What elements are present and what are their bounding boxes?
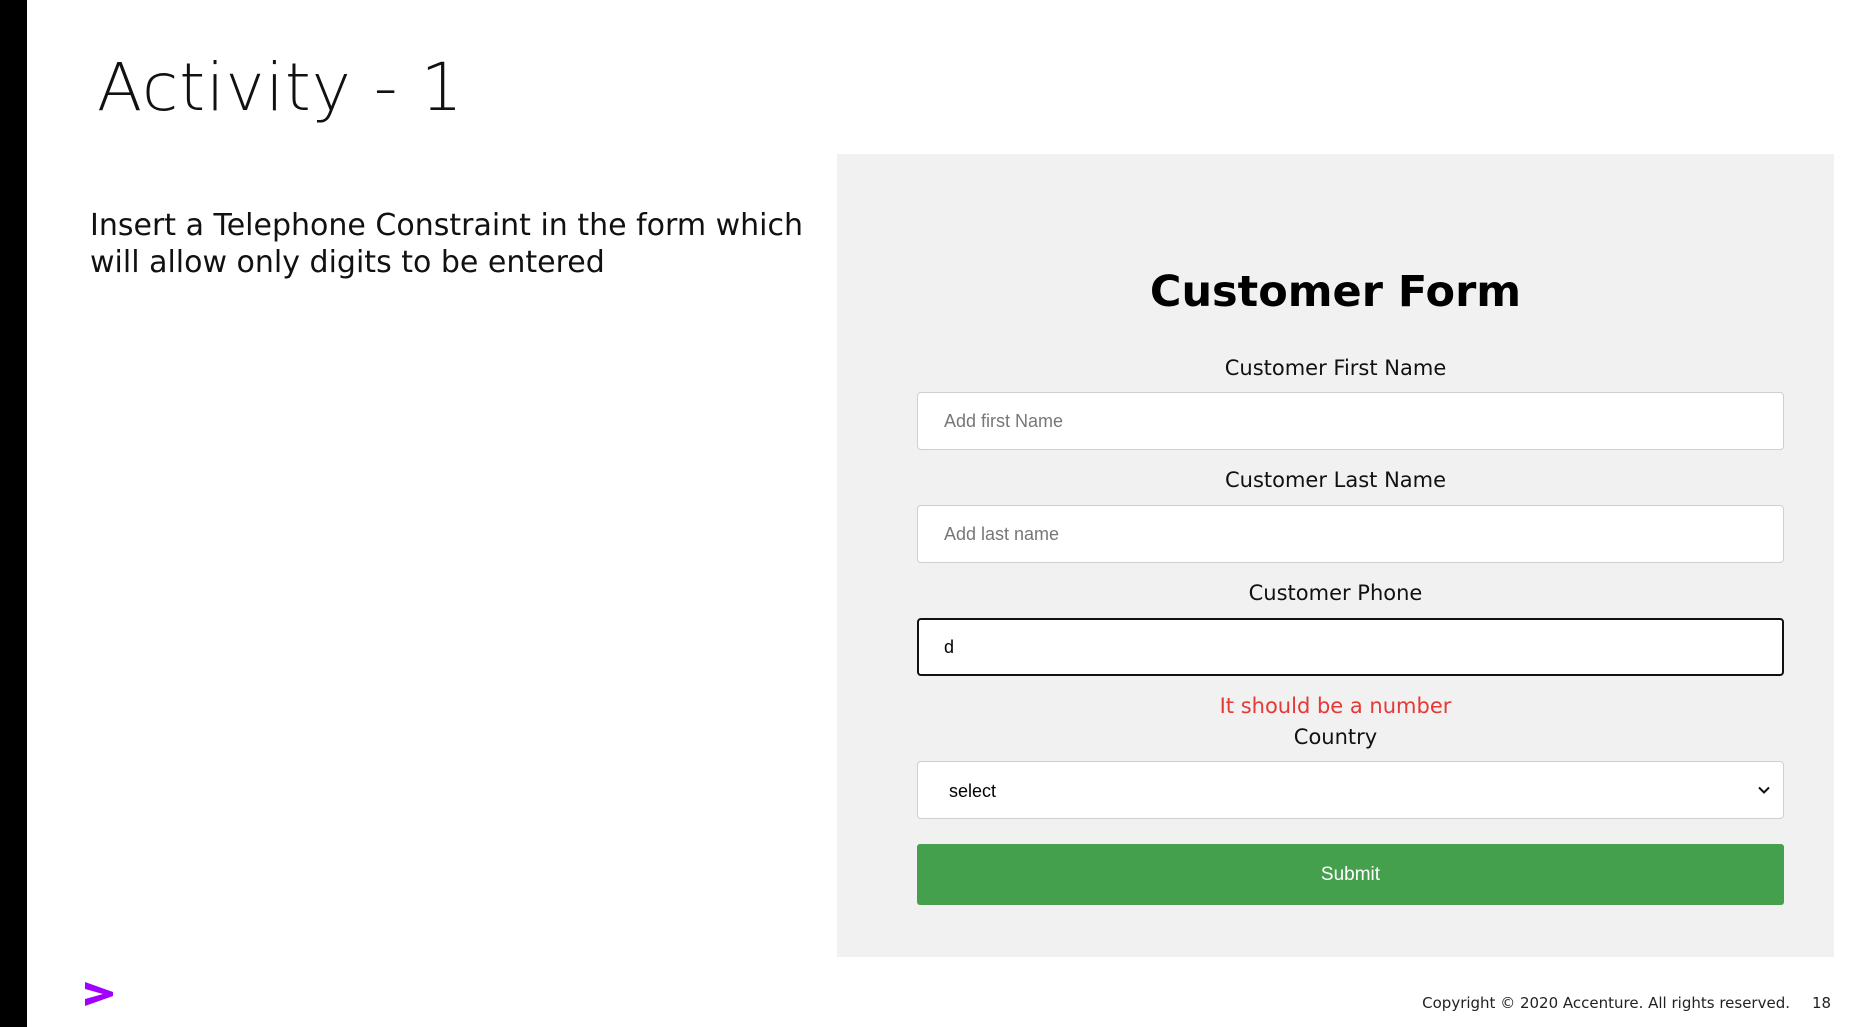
form-title: Customer Form [1149,267,1522,317]
first-name-input[interactable] [917,392,1784,450]
first-name-label: Customer First Name [1224,356,1447,380]
chevron-down-icon [1758,786,1770,794]
customer-form-panel: Customer Form Customer First Name Custom… [837,154,1834,957]
country-select-value: select [949,781,997,801]
phone-input[interactable] [917,618,1784,676]
last-name-input[interactable] [917,505,1784,563]
slide-instructions: Insert a Telephone Constraint in the for… [90,208,803,280]
submit-button[interactable]: Submit [917,844,1784,905]
phone-label: Customer Phone [1248,581,1423,605]
country-select[interactable]: select [917,761,1784,819]
accenture-logo-icon [85,982,113,1006]
slide-left-bar [0,0,27,1027]
country-label: Country [1293,725,1378,749]
last-name-label: Customer Last Name [1224,468,1447,492]
page-number: 18 [1812,994,1832,1012]
copyright-text: Copyright © 2020 Accenture. All rights r… [1422,994,1790,1012]
phone-error-message: It should be a number [1219,694,1452,718]
slide-title: Activity - 1 [97,49,464,126]
